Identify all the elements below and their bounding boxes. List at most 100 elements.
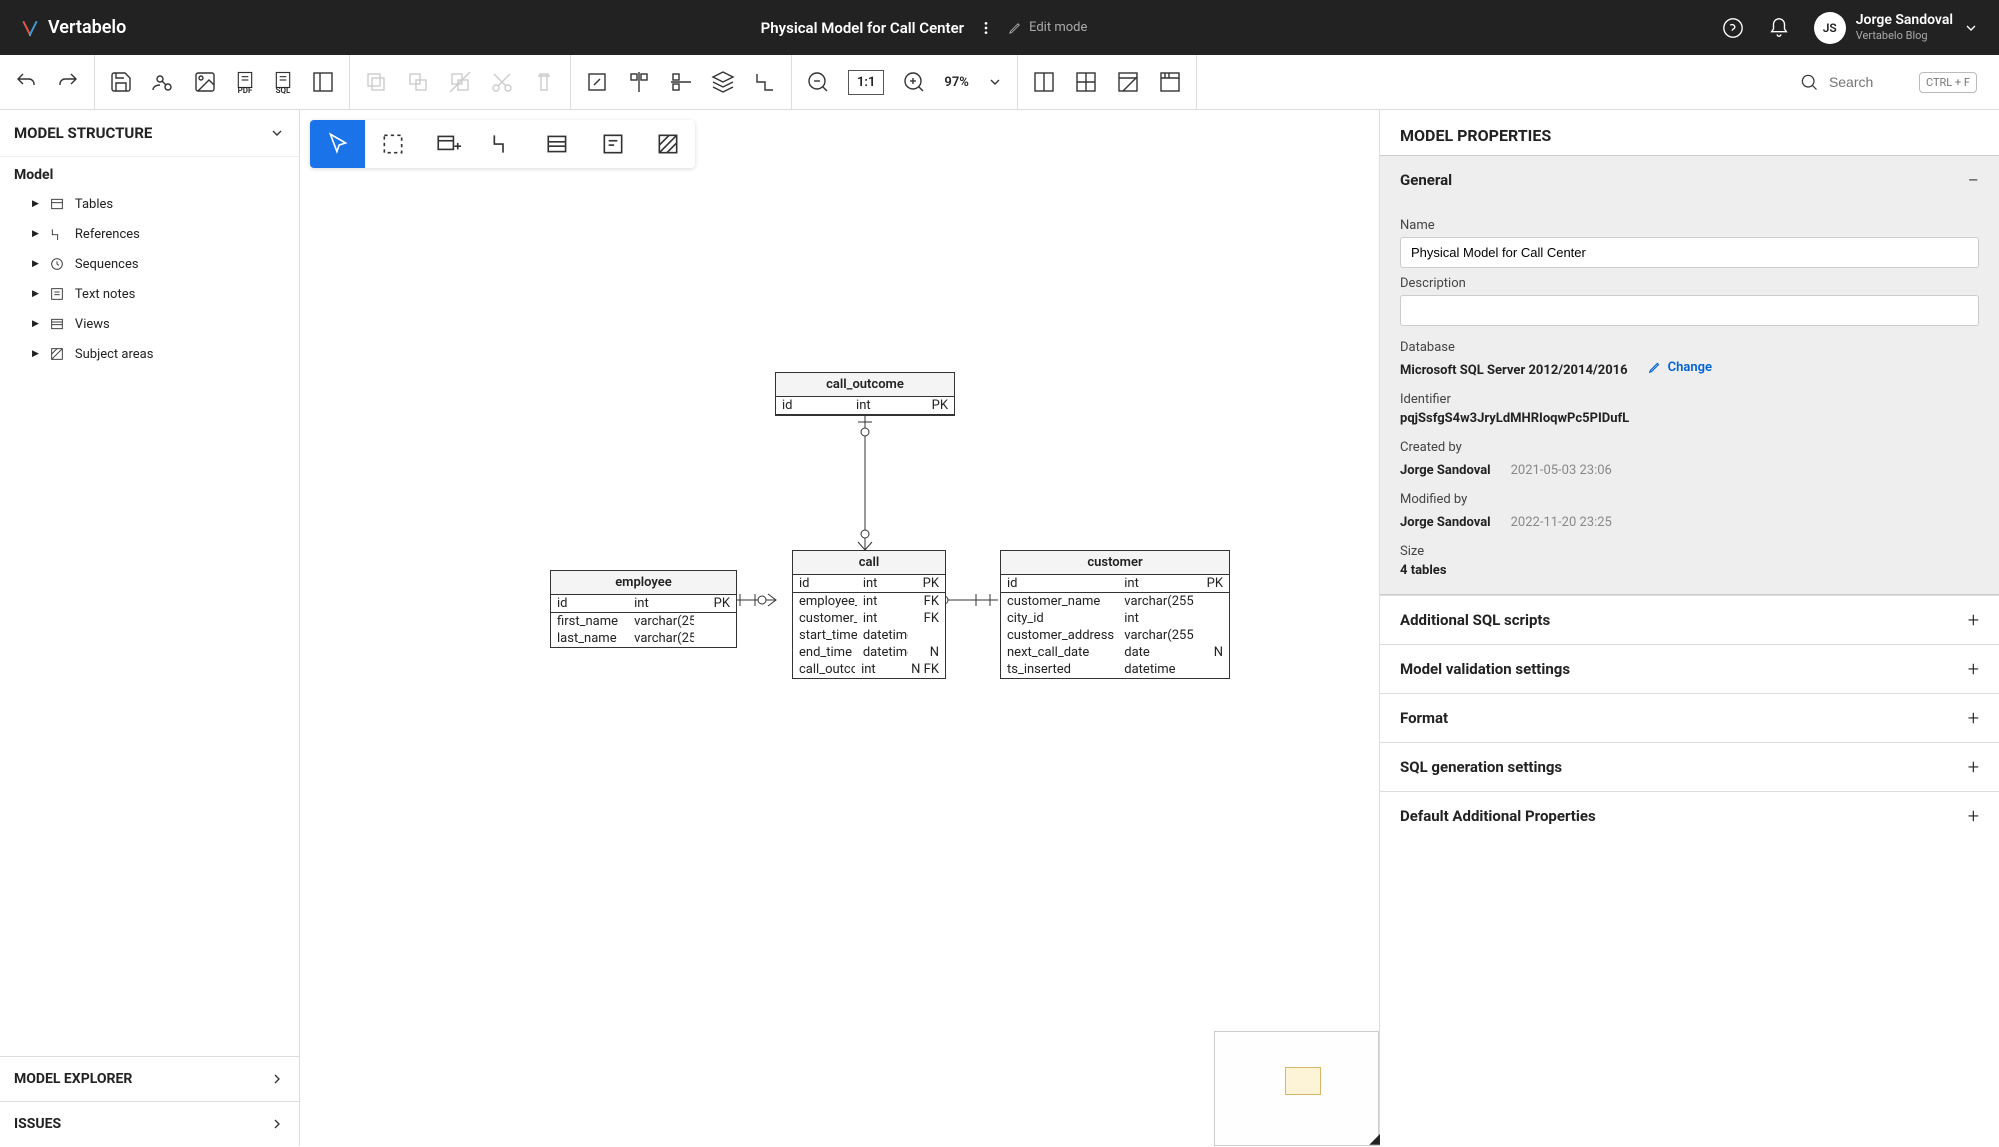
- redo-icon[interactable]: [56, 70, 80, 94]
- sql-button[interactable]: SQL: [273, 70, 293, 95]
- pencil-icon: [1008, 20, 1023, 35]
- image-icon[interactable]: [193, 70, 217, 94]
- save-icon[interactable]: [109, 70, 133, 94]
- brand-text: Vertabelo: [48, 17, 126, 38]
- rp-validation: Model validation settings+: [1380, 644, 1999, 693]
- zoom-ratio[interactable]: 1:1: [848, 70, 884, 95]
- description-input[interactable]: [1400, 295, 1979, 326]
- select-tool[interactable]: [310, 120, 365, 168]
- add-area-icon: [655, 131, 681, 157]
- view-icon: [49, 316, 65, 332]
- add-table-icon: [435, 131, 461, 157]
- help-icon[interactable]: [1722, 17, 1744, 39]
- marquee-tool[interactable]: [365, 120, 420, 168]
- rp-sql-scripts: Additional SQL scripts+: [1380, 595, 1999, 644]
- name-input[interactable]: [1400, 237, 1979, 268]
- align-v-icon[interactable]: [669, 70, 693, 94]
- edit-mode[interactable]: Edit mode: [1008, 20, 1087, 35]
- layers-icon[interactable]: [711, 70, 735, 94]
- model-sub: Model: [0, 157, 299, 185]
- logo[interactable]: Vertabelo: [20, 17, 126, 38]
- tree-views[interactable]: ▶Views: [14, 309, 285, 339]
- rp-general: General − Name Description Database Micr…: [1380, 155, 1999, 595]
- zoom-chevron-icon[interactable]: [987, 74, 1003, 90]
- canvas-toolbar: [310, 120, 695, 168]
- rp-format: Format+: [1380, 693, 1999, 742]
- add-ref-tool[interactable]: [475, 120, 530, 168]
- minimap-resize-icon[interactable]: ◢: [1369, 1131, 1380, 1147]
- add-note-tool[interactable]: [585, 120, 640, 168]
- zoom-pct[interactable]: 97%: [944, 75, 968, 90]
- delete-icon[interactable]: [532, 70, 556, 94]
- search-input[interactable]: [1829, 74, 1909, 90]
- pdf-button[interactable]: PDF: [235, 70, 255, 95]
- canvas[interactable]: call_outcome idintPK employee idintPK fi…: [300, 110, 1379, 1146]
- paste-icon[interactable]: [448, 70, 472, 94]
- zoom-out-icon[interactable]: [806, 70, 830, 94]
- expand-icon[interactable]: [585, 70, 609, 94]
- share-icon[interactable]: [151, 70, 175, 94]
- pencil-icon: [1648, 360, 1662, 374]
- zoom-in-icon[interactable]: [902, 70, 926, 94]
- view-split-icon[interactable]: [1032, 70, 1056, 94]
- search-icon[interactable]: [1799, 72, 1819, 92]
- add-area-tool[interactable]: [640, 120, 695, 168]
- chevron-right-icon: [269, 1071, 285, 1087]
- model-explorer-head[interactable]: MODEL EXPLORER: [0, 1056, 299, 1101]
- add-ref-icon: [490, 131, 516, 157]
- marquee-icon: [380, 131, 406, 157]
- entity-employee[interactable]: employee idintPK first_namevarchar(255) …: [550, 570, 737, 648]
- tree-textnotes[interactable]: ▶Text notes: [14, 279, 285, 309]
- topbar-center: Physical Model for Call Center Edit mode: [126, 19, 1721, 37]
- tree-tables[interactable]: ▶Tables: [14, 189, 285, 219]
- entity-customer[interactable]: customer idintPK customer_namevarchar(25…: [1000, 550, 1230, 679]
- route-icon[interactable]: [753, 70, 777, 94]
- add-note-icon: [600, 131, 626, 157]
- size-value: 4 tables: [1400, 563, 1979, 578]
- logo-icon: [20, 18, 40, 38]
- chevron-right-icon: [269, 1116, 285, 1132]
- model-structure-head[interactable]: MODEL STRUCTURE: [0, 110, 299, 157]
- chevron-down-icon: [269, 125, 285, 141]
- view-grid-icon[interactable]: [1074, 70, 1098, 94]
- add-view-tool[interactable]: [530, 120, 585, 168]
- view-window-icon[interactable]: [1158, 70, 1182, 94]
- user-menu[interactable]: JS Jorge Sandoval Vertabelo Blog: [1814, 12, 1979, 44]
- menu-dots-icon[interactable]: [978, 20, 994, 36]
- user-sub: Vertabelo Blog: [1856, 29, 1953, 42]
- table-icon: [49, 196, 65, 212]
- minimap-viewport[interactable]: [1285, 1067, 1321, 1095]
- expand-icon: +: [1968, 608, 1979, 632]
- add-table-tool[interactable]: [420, 120, 475, 168]
- rp-default-props: Default Additional Properties+: [1380, 791, 1999, 840]
- rp-sql-gen: SQL generation settings+: [1380, 742, 1999, 791]
- copy-icon[interactable]: [364, 70, 388, 94]
- entity-call[interactable]: call idintPK employee_iintFK customer_ii…: [792, 550, 946, 679]
- tree-sequences[interactable]: ▶Sequences: [14, 249, 285, 279]
- tree-subjectareas[interactable]: ▶Subject areas: [14, 339, 285, 369]
- duplicate-icon[interactable]: [406, 70, 430, 94]
- cut-icon[interactable]: [490, 70, 514, 94]
- change-db-link[interactable]: Change: [1648, 360, 1712, 375]
- issues-head[interactable]: ISSUES: [0, 1101, 299, 1146]
- chevron-down-icon: [1963, 20, 1979, 36]
- right-panel: MODEL PROPERTIES General − Name Descript…: [1379, 110, 1999, 1146]
- topbar-right: JS Jorge Sandoval Vertabelo Blog: [1722, 12, 1979, 44]
- left-panel: MODEL STRUCTURE Model ▶Tables ▶Reference…: [0, 110, 300, 1146]
- toolbar: PDF SQL 1:1 97% CTRL + F: [0, 55, 1999, 110]
- view-hatch-icon[interactable]: [1116, 70, 1140, 94]
- topbar: Vertabelo Physical Model for Call Center…: [0, 0, 1999, 55]
- id-value: pqjSsfgS4w3JryLdMHRIoqwPc5PIDufL: [1400, 411, 1979, 426]
- tree-references[interactable]: ▶References: [14, 219, 285, 249]
- expand-icon: +: [1968, 804, 1979, 828]
- collapse-icon: −: [1968, 168, 1979, 192]
- panel-icon[interactable]: [311, 70, 335, 94]
- minimap[interactable]: ◢: [1214, 1031, 1379, 1146]
- align-h-icon[interactable]: [627, 70, 651, 94]
- note-icon: [49, 286, 65, 302]
- undo-icon[interactable]: [14, 70, 38, 94]
- expand-icon: +: [1968, 706, 1979, 730]
- entity-call-outcome[interactable]: call_outcome idintPK: [775, 372, 955, 416]
- rp-general-head[interactable]: General −: [1380, 156, 1999, 204]
- bell-icon[interactable]: [1768, 17, 1790, 39]
